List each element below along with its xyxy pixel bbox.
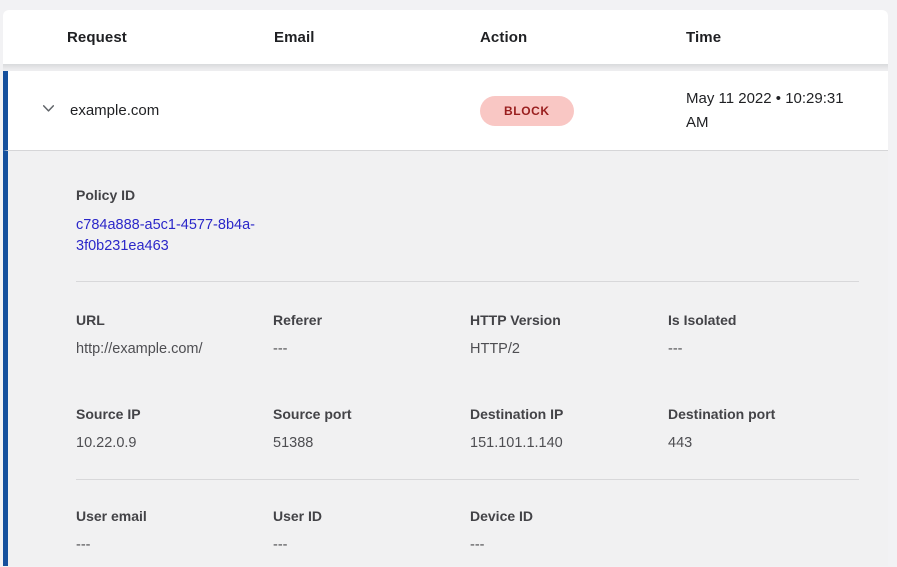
column-header-email: Email [274, 29, 480, 46]
field-policy-id: Policy ID c784a888-a5c1-4577-8b4a-3f0b23… [76, 187, 867, 257]
logs-table: Request Email Action Time example.com BL… [3, 10, 888, 566]
log-table-row[interactable]: example.com BLOCK May 11 2022 • 10:29:31… [3, 71, 888, 150]
column-header-time: Time [686, 29, 888, 46]
detail-row-network: Source IP 10.22.0.9 Source port 51388 De… [76, 406, 867, 451]
detail-divider-2 [76, 479, 859, 480]
device-id-label: Device ID [470, 508, 668, 524]
field-referer: Referer --- [273, 312, 470, 357]
column-header-action: Action [480, 29, 686, 46]
source-ip-value: 10.22.0.9 [76, 435, 273, 451]
field-source-ip: Source IP 10.22.0.9 [76, 406, 273, 451]
field-device-id: Device ID --- [470, 508, 668, 553]
is-isolated-value: --- [668, 341, 867, 357]
row-time-value: May 11 2022 • 10:29:31 AM [686, 87, 888, 135]
url-value: http://example.com/ [76, 341, 273, 357]
column-header-request: Request [67, 29, 274, 46]
header-shadow-divider [3, 64, 888, 71]
referer-label: Referer [273, 312, 470, 328]
http-version-label: HTTP Version [470, 312, 668, 328]
http-version-value: HTTP/2 [470, 341, 668, 357]
destination-port-value: 443 [668, 435, 867, 451]
detail-row-user: User email --- User ID --- Device ID --- [76, 508, 867, 553]
field-http-version: HTTP Version HTTP/2 [470, 312, 668, 357]
policy-id-label: Policy ID [76, 187, 867, 203]
log-detail-panel: Policy ID c784a888-a5c1-4577-8b4a-3f0b23… [3, 150, 888, 566]
row-expand-toggle[interactable] [8, 100, 70, 122]
row-action-cell: BLOCK [480, 96, 686, 126]
url-label: URL [76, 312, 273, 328]
field-user-email: User email --- [76, 508, 273, 553]
user-id-label: User ID [273, 508, 470, 524]
source-port-label: Source port [273, 406, 470, 422]
detail-divider-1 [76, 281, 859, 282]
user-email-label: User email [76, 508, 273, 524]
destination-ip-label: Destination IP [470, 406, 668, 422]
device-id-value: --- [470, 537, 668, 553]
policy-id-link[interactable]: c784a888-a5c1-4577-8b4a-3f0b231ea463 [76, 215, 276, 257]
user-id-value: --- [273, 537, 470, 553]
table-header-row: Request Email Action Time [3, 10, 888, 64]
user-email-value: --- [76, 537, 273, 553]
field-user-id: User ID --- [273, 508, 470, 553]
chevron-down-icon[interactable] [40, 100, 57, 122]
referer-value: --- [273, 341, 470, 357]
destination-ip-value: 151.101.1.140 [470, 435, 668, 451]
is-isolated-label: Is Isolated [668, 312, 867, 328]
source-port-value: 51388 [273, 435, 470, 451]
source-ip-label: Source IP [76, 406, 273, 422]
detail-row-http: URL http://example.com/ Referer --- HTTP… [76, 312, 867, 357]
gateway-logs-page: Request Email Action Time example.com BL… [0, 0, 897, 567]
field-destination-port: Destination port 443 [668, 406, 867, 451]
field-url: URL http://example.com/ [76, 312, 273, 357]
field-is-isolated: Is Isolated --- [668, 312, 867, 357]
row-request-value: example.com [70, 102, 274, 119]
destination-port-label: Destination port [668, 406, 867, 422]
status-badge-block: BLOCK [480, 96, 574, 126]
field-source-port: Source port 51388 [273, 406, 470, 451]
field-destination-ip: Destination IP 151.101.1.140 [470, 406, 668, 451]
